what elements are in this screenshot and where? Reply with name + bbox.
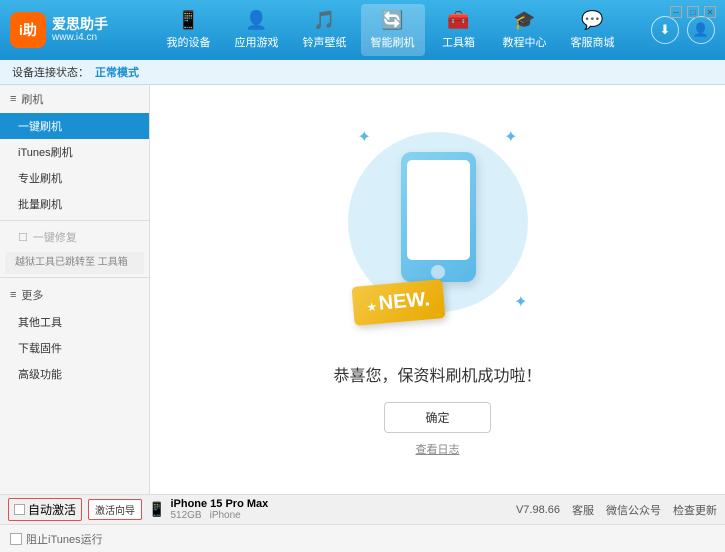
status-mode: 正常模式 — [95, 64, 139, 80]
tutorials-icon: 🎓 — [513, 10, 535, 31]
maximize-button[interactable]: □ — [686, 5, 700, 19]
bottom-panel: 自动激活 激活向导 📱 iPhone 15 Pro Max 512GB iPho… — [0, 494, 725, 524]
sidebar-item-batch-flash[interactable]: 批量刷机 — [0, 191, 149, 217]
sparkle-tr: ✦ — [504, 127, 517, 147]
nav-apps-label: 应用游戏 — [235, 34, 279, 50]
phone-home-button — [431, 265, 445, 279]
nav-ringtones-label: 铃声壁纸 — [303, 34, 347, 50]
sidebar-item-advanced[interactable]: 高级功能 — [0, 361, 149, 387]
phone-shape — [401, 152, 476, 282]
footer-bar: 阻止iTunes运行 — [0, 524, 725, 552]
nav-toolbox-label: 工具箱 — [442, 34, 475, 50]
auto-activate-box[interactable]: 自动激活 — [8, 498, 82, 521]
close-button[interactable]: ✕ — [703, 5, 717, 19]
toolbox-icon: 🧰 — [447, 10, 469, 31]
device-phone-icon: 📱 — [148, 501, 165, 518]
sidebar-item-one-click-flash[interactable]: 一键刷机 — [0, 113, 149, 139]
header: i助 爱思助手 www.i4.cn 📱 我的设备 👤 应用游戏 🎵 铃声壁纸 🔄… — [0, 0, 725, 60]
nav-smart-flash-label: 智能刷机 — [371, 34, 415, 50]
sidebar-divider-1 — [0, 220, 149, 221]
phone-screen — [407, 160, 470, 260]
auto-activate-label: 自动激活 — [28, 501, 76, 518]
wechat-link[interactable]: 微信公众号 — [606, 502, 661, 518]
window-controls: ─ □ ✕ — [669, 5, 717, 19]
status-bar: 设备连接状态： 正常模式 — [0, 60, 725, 85]
sidebar: ≡ 刷机 一键刷机 iTunes刷机 专业刷机 批量刷机 ☐ 一键修复 越狱工具… — [0, 85, 150, 494]
logo: i助 爱思助手 www.i4.cn — [10, 12, 110, 48]
logo-name: 爱思助手 — [52, 16, 108, 33]
nav-tutorials[interactable]: 🎓 教程中心 — [493, 4, 557, 56]
flash-icon: 🔄 — [381, 10, 403, 31]
nav-service-label: 客服商城 — [571, 34, 615, 50]
device-storage: 512GB — [170, 510, 201, 521]
bottom-right: V7.98.66 客服 微信公众号 检查更新 — [516, 502, 717, 518]
version-label: V7.98.66 — [516, 504, 560, 516]
nav-smart-flash[interactable]: 🔄 智能刷机 — [361, 4, 425, 56]
device-info: 📱 iPhone 15 Pro Max 512GB iPhone — [148, 498, 268, 521]
apps-icon: 👤 — [245, 10, 267, 31]
sidebar-item-download-firmware[interactable]: 下载固件 — [0, 335, 149, 361]
service-icon: 💬 — [581, 10, 603, 31]
sidebar-section-flash: ≡ 刷机 — [0, 85, 149, 113]
nav-my-device-label: 我的设备 — [167, 34, 211, 50]
main-layout: ≡ 刷机 一键刷机 iTunes刷机 专业刷机 批量刷机 ☐ 一键修复 越狱工具… — [0, 85, 725, 494]
new-badge: NEW. — [351, 279, 445, 326]
device-icon: 📱 — [177, 10, 199, 31]
phone-illustration: ✦ ✦ NEW. ✦ — [338, 122, 538, 342]
sidebar-divider-2 — [0, 277, 149, 278]
sidebar-item-other-tools[interactable]: 其他工具 — [0, 309, 149, 335]
nav-tutorials-label: 教程中心 — [503, 34, 547, 50]
nav-toolbox[interactable]: 🧰 工具箱 — [429, 4, 489, 56]
status-prefix: 设备连接状态： — [12, 64, 89, 80]
device-name: iPhone 15 Pro Max — [170, 498, 268, 510]
logo-site: www.i4.cn — [52, 32, 108, 44]
nav-my-device[interactable]: 📱 我的设备 — [157, 4, 221, 56]
sparkle-tl: ✦ — [358, 127, 371, 147]
download-button[interactable]: ⬇ — [651, 16, 679, 44]
sparkle-br: ✦ — [514, 292, 527, 312]
auto-activate-checkbox[interactable] — [14, 504, 25, 515]
user-button[interactable]: 👤 — [687, 16, 715, 44]
success-message: 恭喜您，保资料刷机成功啦！ — [333, 362, 541, 386]
ringtones-icon: 🎵 — [313, 10, 335, 31]
nav-ringtones[interactable]: 🎵 铃声壁纸 — [293, 4, 357, 56]
minimize-button[interactable]: ─ — [669, 5, 683, 19]
confirm-button[interactable]: 确定 — [384, 402, 490, 433]
header-right: ⬇ 👤 — [651, 16, 715, 44]
activate-guide-button[interactable]: 激活向导 — [88, 499, 142, 520]
stop-itunes-checkbox[interactable] — [10, 533, 22, 545]
nav-apps[interactable]: 👤 应用游戏 — [225, 4, 289, 56]
view-log-link[interactable]: 查看日志 — [416, 441, 460, 457]
nav-bar: 📱 我的设备 👤 应用游戏 🎵 铃声壁纸 🔄 智能刷机 🧰 工具箱 🎓 教程中心… — [130, 4, 651, 56]
sidebar-section-more: ≡ 更多 — [0, 281, 149, 309]
customer-service-link[interactable]: 客服 — [572, 502, 594, 518]
sidebar-item-itunes-flash[interactable]: iTunes刷机 — [0, 139, 149, 165]
sidebar-restore-note: 越狱工具已跳转至 工具箱 — [5, 252, 144, 274]
nav-service[interactable]: 💬 客服商城 — [561, 4, 625, 56]
footer-left: 阻止iTunes运行 — [10, 531, 103, 547]
device-details: iPhone 15 Pro Max 512GB iPhone — [170, 498, 268, 521]
sidebar-item-pro-flash[interactable]: 专业刷机 — [0, 165, 149, 191]
bottom-left: 自动激活 激活向导 📱 iPhone 15 Pro Max 512GB iPho… — [8, 498, 508, 521]
content-area: ✦ ✦ NEW. ✦ 恭喜您，保资料刷机成功啦！ 确定 查看日志 — [150, 85, 725, 494]
sidebar-section-restore: ☐ 一键修复 — [0, 224, 149, 250]
device-type: iPhone — [210, 510, 241, 521]
logo-text: 爱思助手 www.i4.cn — [52, 16, 108, 45]
check-update-link[interactable]: 检查更新 — [673, 502, 717, 518]
stop-itunes-label: 阻止iTunes运行 — [26, 531, 103, 547]
logo-icon: i助 — [10, 12, 46, 48]
